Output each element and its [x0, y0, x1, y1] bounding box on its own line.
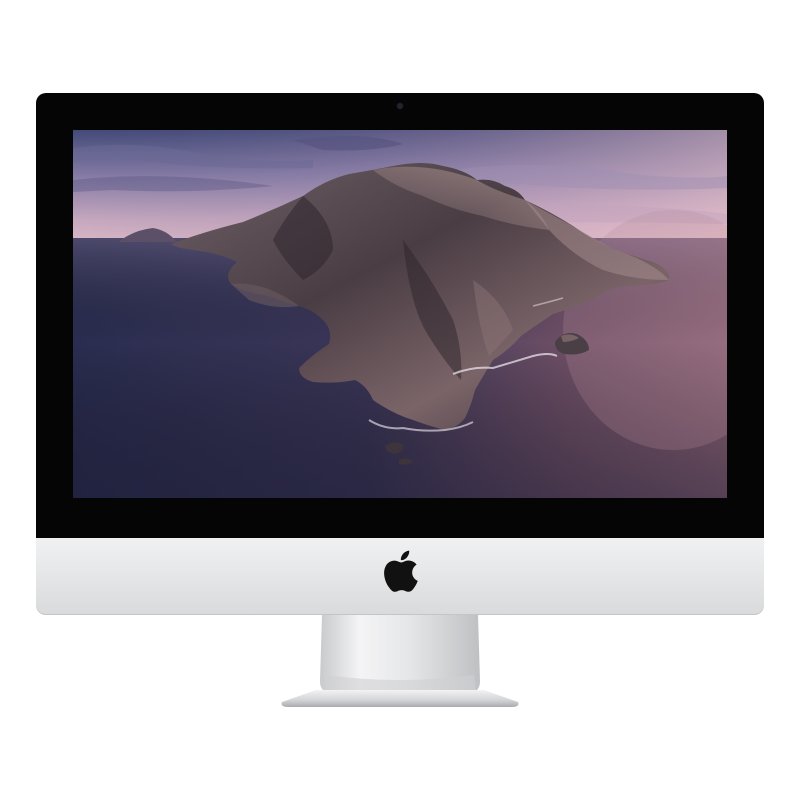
wallpaper-image	[73, 130, 727, 498]
stand-neck	[320, 615, 480, 693]
camera-icon	[397, 103, 403, 109]
apple-logo-icon	[384, 550, 418, 592]
stand-base	[281, 690, 519, 707]
product-image	[0, 0, 800, 800]
display-screen	[73, 130, 727, 498]
